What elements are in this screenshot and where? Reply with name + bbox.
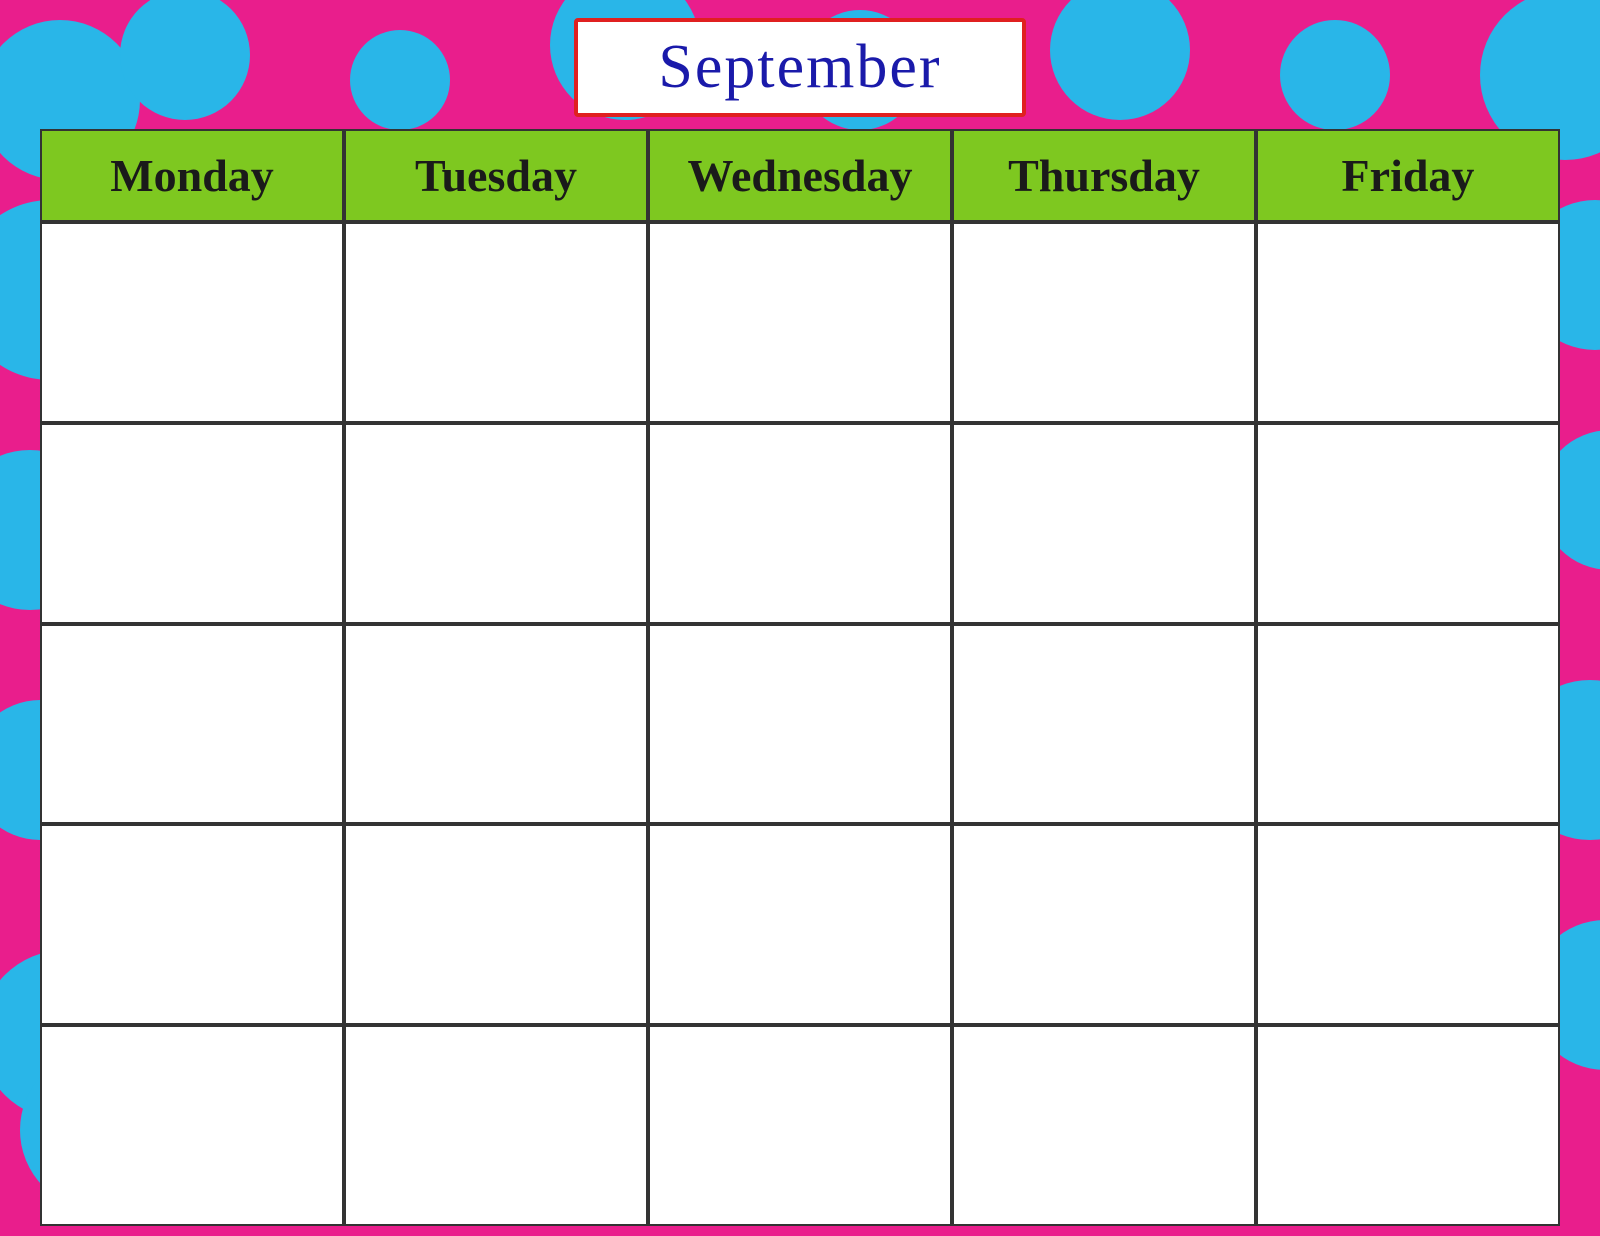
cell-3-3[interactable] xyxy=(648,624,952,825)
cell-2-3[interactable] xyxy=(648,423,952,624)
cell-1-2[interactable] xyxy=(344,222,648,423)
cell-4-4[interactable] xyxy=(952,824,1256,1025)
day-headers: Monday Tuesday Wednesday Thursday Friday xyxy=(40,129,1560,222)
cell-5-3[interactable] xyxy=(648,1025,952,1226)
day-header-tuesday: Tuesday xyxy=(344,129,648,222)
cell-2-5[interactable] xyxy=(1256,423,1560,624)
cell-2-2[interactable] xyxy=(344,423,648,624)
cell-3-5[interactable] xyxy=(1256,624,1560,825)
calendar-rows xyxy=(40,222,1560,1226)
cell-2-1[interactable] xyxy=(40,423,344,624)
cell-3-1[interactable] xyxy=(40,624,344,825)
cell-3-4[interactable] xyxy=(952,624,1256,825)
cell-1-4[interactable] xyxy=(952,222,1256,423)
calendar-main: Monday Tuesday Wednesday Thursday Friday xyxy=(40,129,1560,1226)
cell-4-5[interactable] xyxy=(1256,824,1560,1025)
day-header-wednesday: Wednesday xyxy=(648,129,952,222)
calendar-wrapper: September Monday Tuesday Wednesday Thurs… xyxy=(40,10,1560,1226)
cell-5-5[interactable] xyxy=(1256,1025,1560,1226)
cell-5-2[interactable] xyxy=(344,1025,648,1226)
day-header-monday: Monday xyxy=(40,129,344,222)
day-header-thursday: Thursday xyxy=(952,129,1256,222)
day-header-friday: Friday xyxy=(1256,129,1560,222)
calendar-row-1 xyxy=(40,222,1560,423)
month-title-container: September xyxy=(574,18,1025,117)
cell-3-2[interactable] xyxy=(344,624,648,825)
cell-4-1[interactable] xyxy=(40,824,344,1025)
cell-1-3[interactable] xyxy=(648,222,952,423)
calendar-row-3 xyxy=(40,624,1560,825)
calendar-row-4 xyxy=(40,824,1560,1025)
cell-5-1[interactable] xyxy=(40,1025,344,1226)
cell-5-4[interactable] xyxy=(952,1025,1256,1226)
month-title: September xyxy=(658,33,941,101)
cell-1-5[interactable] xyxy=(1256,222,1560,423)
calendar-row-2 xyxy=(40,423,1560,624)
calendar-row-5 xyxy=(40,1025,1560,1226)
cell-4-2[interactable] xyxy=(344,824,648,1025)
cell-1-1[interactable] xyxy=(40,222,344,423)
cell-2-4[interactable] xyxy=(952,423,1256,624)
cell-4-3[interactable] xyxy=(648,824,952,1025)
